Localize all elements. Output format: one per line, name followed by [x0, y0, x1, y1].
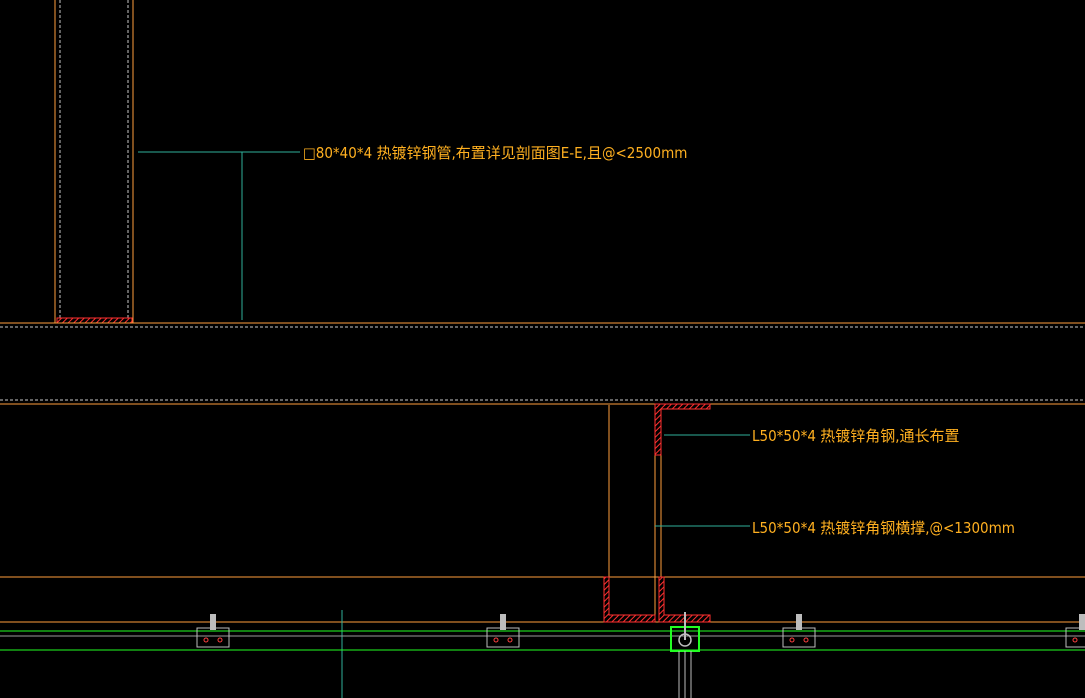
center-connector: [670, 612, 700, 698]
horizontal-beam: [0, 322, 1085, 405]
tube-base-hatch: [56, 317, 133, 324]
top-angle-annotation: L50*50*4 热镀锌角钢,通长布置: [752, 427, 960, 445]
vertical-steel-tube: [54, 0, 134, 324]
green-rails: [0, 630, 1085, 651]
cad-drawing: □80*40*4 热镀锌钢管,布置详见剖面图E-E,且@<2500mm L50*…: [0, 0, 1085, 698]
tube-annotation: □80*40*4 热镀锌钢管,布置详见剖面图E-E,且@<2500mm: [303, 144, 687, 162]
angle-steel-assembly: [603, 403, 711, 623]
bottom-angle-hatch: [603, 576, 656, 623]
top-angle-hatch: [654, 403, 711, 456]
vertical-angle-annotation: L50*50*4 热镀锌角钢横撑,@<1300mm: [752, 519, 1015, 537]
